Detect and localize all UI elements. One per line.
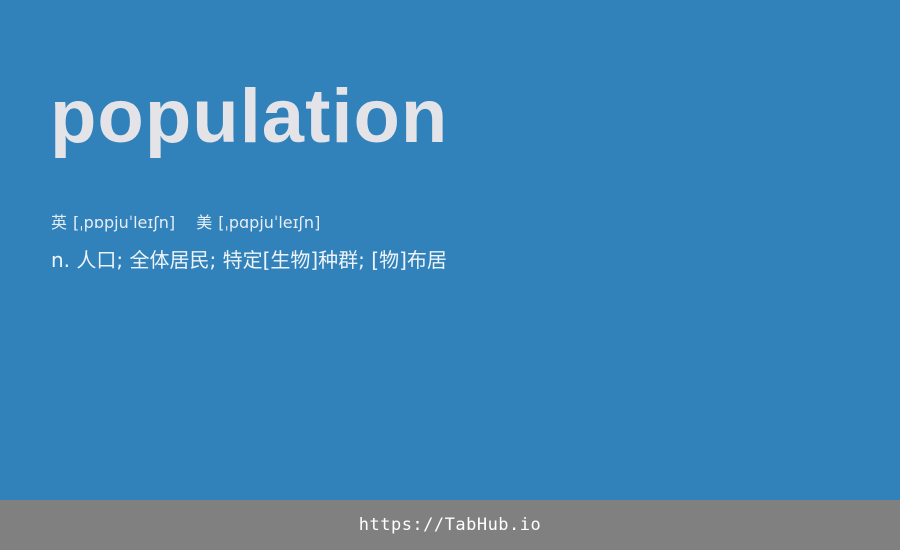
word-card: population 英 [ˌpɒpjuˈleɪʃn] 美 [ˌpɑpjuˈleɪʃ… [0, 0, 900, 500]
headword: population [50, 74, 449, 159]
tabhub-link[interactable]: https://TabHub.io [359, 515, 542, 535]
phonetic-us: 美 [ˌpɑpjuˈleɪʃn] [196, 212, 320, 234]
phonetic-uk-ipa: [ˌpɒpjuˈleɪʃn] [73, 213, 176, 232]
phonetic-uk: 英 [ˌpɒpjuˈleɪʃn] [51, 212, 175, 234]
phonetics-row: 英 [ˌpɒpjuˈleɪʃn] 美 [ˌpɑpjuˈleɪʃn] [51, 212, 320, 234]
phonetic-uk-lang: 英 [51, 213, 68, 232]
phonetic-us-ipa: [ˌpɑpjuˈleɪʃn] [218, 213, 321, 232]
definition: n. 人口; 全体居民; 特定[生物]种群; [物]布居 [51, 248, 447, 272]
phonetic-us-lang: 美 [196, 213, 213, 232]
footer-bar: https://TabHub.io [0, 500, 900, 550]
